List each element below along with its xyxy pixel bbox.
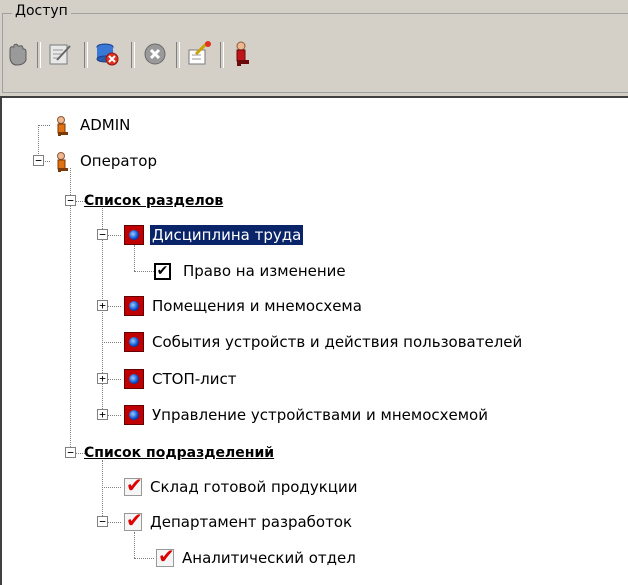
tree-node-label: Дисциплина труда — [150, 225, 304, 245]
toolbar — [0, 38, 628, 78]
tree-node-label: События устройств и действия пользовател… — [152, 333, 523, 351]
expand-toggle[interactable]: + — [97, 373, 108, 384]
tree-line — [107, 522, 121, 523]
tree-node-section[interactable]: СТОП-лист — [124, 366, 238, 392]
user-icon[interactable] — [229, 38, 255, 70]
delete-db-icon[interactable] — [94, 38, 120, 70]
hand-icon[interactable] — [4, 38, 30, 70]
checked-list-icon — [124, 508, 143, 532]
module-icon — [124, 296, 144, 316]
toolbar-separator — [220, 42, 224, 68]
tree-node-division[interactable]: Склад готовой продукции — [124, 473, 359, 500]
tree-node-user[interactable]: Оператор — [52, 148, 159, 174]
expand-toggle[interactable]: + — [97, 300, 108, 311]
tree-line — [107, 306, 121, 307]
checkbox-checked-icon[interactable]: ✔ — [154, 262, 171, 280]
tree-line — [134, 558, 154, 559]
tree-line — [134, 532, 135, 558]
module-icon — [124, 369, 144, 389]
module-icon — [124, 405, 144, 425]
tree-node-section[interactable]: Помещения и мнемосхема — [124, 293, 364, 319]
user-icon — [52, 151, 72, 172]
group-title: Доступ — [12, 3, 71, 19]
collapse-toggle[interactable]: − — [97, 229, 108, 240]
collapse-toggle[interactable]: − — [33, 155, 44, 166]
collapse-toggle[interactable]: − — [65, 195, 76, 206]
checked-list-icon — [156, 544, 175, 568]
tree-line — [38, 125, 50, 126]
access-tree[interactable]: − − − + + + − − ADMIN Оператор Список ра… — [0, 96, 628, 585]
tree-node-label: ADMIN — [80, 116, 131, 134]
tree-line — [102, 342, 121, 343]
tree-node-label: Аналитический отдел — [182, 549, 356, 567]
tree-node-section[interactable]: Дисциплина труда — [124, 222, 304, 248]
tree-node-user[interactable]: ADMIN — [52, 112, 132, 138]
toolbar-separator — [37, 42, 41, 68]
tree-node-label: Департамент разработок — [150, 513, 353, 531]
tree-node-division[interactable]: Департамент разработок — [124, 508, 354, 535]
collapse-toggle[interactable]: − — [97, 516, 108, 527]
tree-node-label: СТОП-лист — [152, 370, 237, 388]
tree-line — [134, 245, 135, 271]
user-icon — [52, 115, 72, 136]
tree-node-label: Оператор — [80, 152, 157, 170]
tree-line — [134, 271, 154, 272]
tree-line — [107, 235, 121, 236]
module-icon — [124, 332, 144, 352]
sections-header[interactable]: Список разделов — [82, 188, 225, 214]
module-icon — [124, 225, 144, 245]
sections-header-label: Список разделов — [84, 193, 224, 209]
edit-icon[interactable] — [47, 38, 73, 70]
toolbar-separator — [176, 42, 180, 68]
tree-line — [102, 460, 103, 522]
properties-icon[interactable] — [186, 38, 212, 70]
tree-node-label: Управление устройствами и мнемосхемой — [152, 406, 488, 424]
divisions-header-label: Список подразделений — [84, 445, 275, 461]
toolbar-separator — [84, 42, 88, 68]
tree-line — [102, 487, 121, 488]
expand-toggle[interactable]: + — [97, 409, 108, 420]
tree-node-label: Склад готовой продукции — [150, 478, 358, 496]
toolbar-separator — [131, 42, 135, 68]
tree-line — [43, 161, 50, 162]
tree-node-section[interactable]: События устройств и действия пользовател… — [124, 329, 524, 355]
collapse-toggle[interactable]: − — [65, 447, 76, 458]
tree-line — [107, 379, 121, 380]
checked-list-icon — [124, 473, 143, 497]
cancel-icon[interactable] — [142, 38, 168, 70]
tree-line — [70, 168, 71, 451]
tree-node-section[interactable]: Управление устройствами и мнемосхемой — [124, 402, 490, 428]
tree-node-label: Помещения и мнемосхема — [152, 297, 362, 315]
tree-node-label: Право на изменение — [183, 262, 346, 280]
divisions-header[interactable]: Список подразделений — [82, 440, 276, 466]
tree-node-division[interactable]: Аналитический отдел — [156, 544, 358, 571]
tree-line — [107, 415, 121, 416]
tree-node-permission[interactable]: ✔ Право на изменение — [154, 258, 348, 284]
